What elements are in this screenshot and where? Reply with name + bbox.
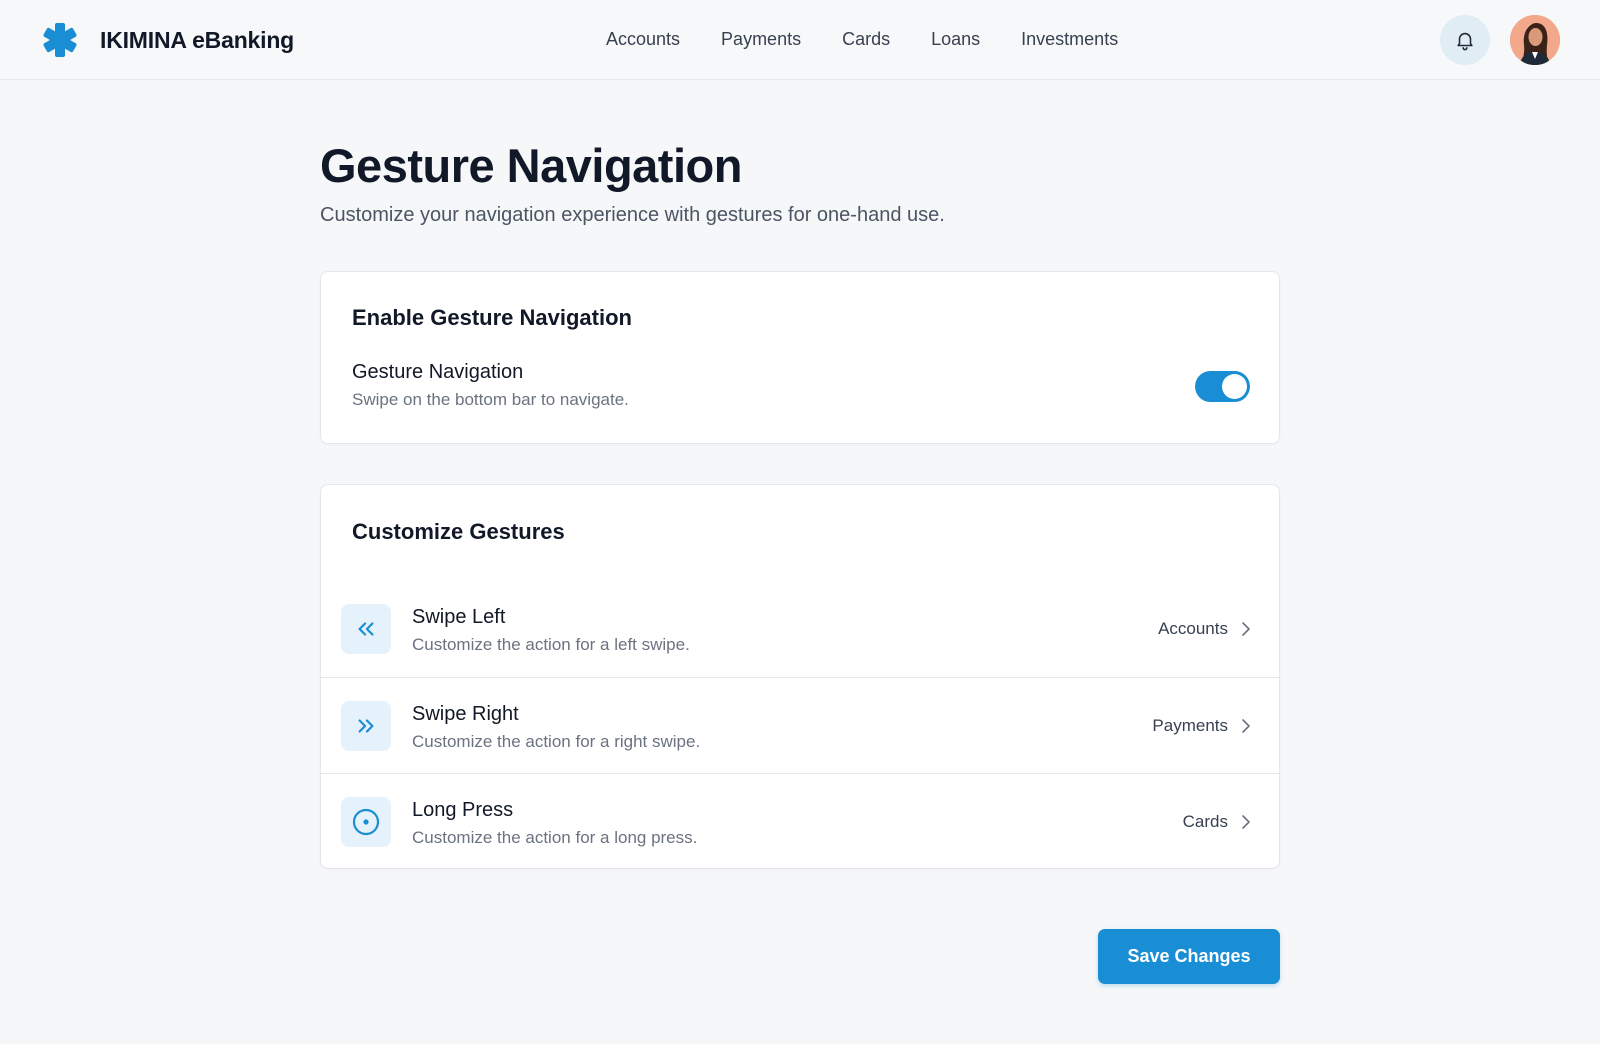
asterisk-logo-icon [43, 23, 77, 57]
target-circle-icon [352, 808, 380, 836]
gesture-label: Swipe Left [412, 606, 506, 628]
gesture-label: Long Press [412, 799, 514, 821]
customize-gestures-card: Customize Gestures Swipe Left Customize … [320, 484, 1280, 869]
gesture-description: Customize the action for a left swipe. [412, 635, 690, 654]
gesture-row-long-press[interactable]: Long Press Customize the action for a lo… [321, 773, 1279, 869]
user-avatar-illustration [1510, 15, 1560, 65]
card-title: Customize Gestures [352, 519, 565, 544]
gesture-row-swipe-right[interactable]: Swipe Right Customize the action for a r… [321, 677, 1279, 773]
gesture-label: Swipe Right [412, 703, 519, 725]
main-nav: Accounts Payments Cards Loans Investment… [606, 29, 1118, 50]
gesture-action-value: Payments [1152, 716, 1228, 735]
double-chevron-left-icon [358, 622, 374, 636]
chevron-right-icon [1242, 815, 1250, 829]
gesture-icon-tile [341, 701, 391, 751]
nav-item-accounts[interactable]: Accounts [606, 29, 680, 50]
gesture-action-value: Cards [1182, 812, 1228, 831]
page-title: Gesture Navigation [320, 139, 742, 192]
chevron-right-icon [1242, 622, 1250, 636]
bell-icon [1457, 32, 1473, 51]
card-title: Enable Gesture Navigation [352, 305, 632, 330]
enable-gesture-card: Enable Gesture Navigation Gesture Naviga… [320, 271, 1280, 444]
gesture-action-value: Accounts [1158, 619, 1228, 638]
page-subtitle: Customize your navigation experience wit… [320, 204, 945, 226]
nav-item-payments[interactable]: Payments [721, 29, 801, 50]
gesture-navigation-toggle[interactable] [1195, 371, 1250, 402]
toggle-knob [1222, 374, 1247, 399]
option-description: Swipe on the bottom bar to navigate. [352, 390, 629, 409]
gesture-description: Customize the action for a long press. [412, 828, 698, 847]
chevron-right-icon [1242, 719, 1250, 733]
brand-name: IKIMINA eBanking [100, 26, 295, 53]
nav-item-cards[interactable]: Cards [842, 29, 890, 50]
gesture-icon-tile [341, 797, 391, 847]
nav-item-investments[interactable]: Investments [1021, 29, 1118, 50]
brand[interactable]: IKIMINA eBanking [42, 22, 294, 58]
save-changes-button[interactable]: Save Changes [1098, 929, 1280, 984]
gesture-row-swipe-left[interactable]: Swipe Left Customize the action for a le… [321, 581, 1279, 677]
option-label: Gesture Navigation [352, 361, 524, 383]
avatar[interactable] [1510, 15, 1560, 65]
nav-item-loans[interactable]: Loans [931, 29, 980, 50]
gesture-icon-tile [341, 604, 391, 654]
double-chevron-right-icon [358, 719, 374, 733]
top-navigation-bar: IKIMINA eBanking Accounts Payments Cards… [0, 0, 1600, 80]
notifications-button[interactable] [1440, 15, 1490, 65]
gesture-description: Customize the action for a right swipe. [412, 732, 701, 751]
